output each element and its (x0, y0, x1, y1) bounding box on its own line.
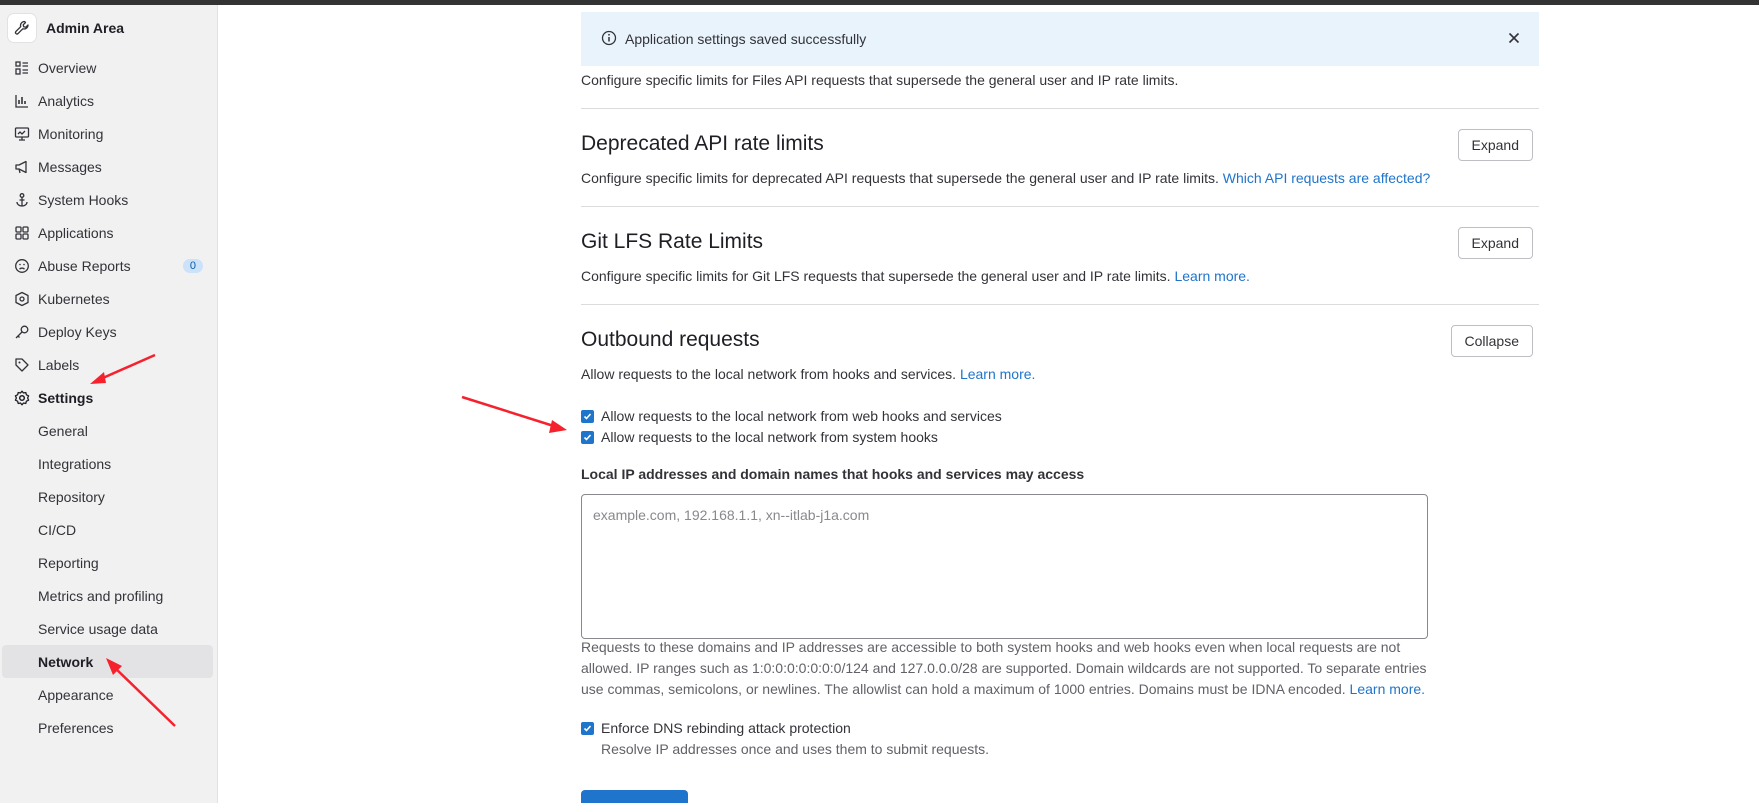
browser-top-bar (0, 0, 1759, 5)
sidebar-item-applications[interactable]: Applications (0, 216, 217, 249)
alert-message: Application settings saved successfully (625, 31, 867, 47)
allowlist-learn-more-link[interactable]: Learn more. (1350, 681, 1425, 697)
sidebar-item-deploy-keys[interactable]: Deploy Keys (0, 315, 217, 348)
lfs-section-title: Git LFS Rate Limits (581, 230, 764, 253)
sidebar-title: Admin Area (46, 20, 125, 36)
outbound-collapse-button[interactable]: Collapse (1450, 325, 1533, 357)
outbound-description-text: Allow requests to the local network from… (581, 366, 957, 382)
checkbox-checked[interactable] (581, 430, 594, 444)
abuse-count-badge: 0 (182, 258, 203, 273)
lfs-description-text: Configure specific limits for Git LFS re… (581, 268, 1171, 284)
save-changes-button[interactable] (581, 790, 688, 803)
sidebar-item-label: Labels (38, 356, 80, 373)
settings-icon (14, 390, 30, 406)
sidebar-item-labels[interactable]: Labels (0, 348, 217, 381)
sidebar-item-label: Settings (38, 389, 94, 406)
outbound-learn-more-link[interactable]: Learn more. (960, 366, 1035, 382)
admin-sidebar: Admin Area Overview Analytics Monitoring… (0, 5, 218, 803)
sidebar-item-messages[interactable]: Messages (0, 150, 217, 183)
close-icon[interactable] (1505, 29, 1523, 47)
dns-rebinding-checkbox-row[interactable]: Enforce DNS rebinding attack protection (581, 720, 851, 736)
settings-sub-integrations[interactable]: Integrations (0, 447, 217, 480)
settings-sub-cicd[interactable]: CI/CD (0, 513, 217, 546)
deprecated-description-text: Configure specific limits for deprecated… (581, 170, 1219, 186)
hook-icon (14, 192, 30, 208)
messages-icon (14, 159, 30, 175)
sidebar-item-analytics[interactable]: Analytics (0, 84, 217, 117)
sidebar-item-label: Overview (38, 59, 97, 76)
dns-rebinding-help: Resolve IP addresses once and uses them … (601, 741, 990, 757)
lfs-description: Configure specific limits for Git LFS re… (581, 266, 1250, 287)
lfs-expand-button[interactable]: Expand (1457, 227, 1533, 259)
overview-icon (14, 60, 30, 76)
sidebar-item-label: System Hooks (38, 191, 129, 208)
allowlist-help: Requests to these domains and IP address… (581, 637, 1431, 700)
dns-rebinding-label: Enforce DNS rebinding attack protection (601, 720, 851, 736)
allow-systemhooks-checkbox-row[interactable]: Allow requests to the local network from… (581, 429, 938, 445)
kubernetes-icon (14, 291, 30, 307)
abuse-icon (14, 258, 30, 274)
sidebar-header[interactable]: Admin Area (0, 5, 217, 51)
sidebar-item-label: Abuse Reports (38, 257, 131, 274)
deprecated-section-title: Deprecated API rate limits (581, 132, 824, 155)
settings-sub-appearance[interactable]: Appearance (0, 678, 217, 711)
admin-wrench-icon (8, 14, 36, 42)
settings-sub-service-usage[interactable]: Service usage data (0, 612, 217, 645)
settings-sub-metrics[interactable]: Metrics and profiling (0, 579, 217, 612)
sidebar-item-label: Kubernetes (38, 290, 110, 307)
key-icon (14, 324, 30, 340)
info-icon (601, 30, 617, 49)
deprecated-affected-link[interactable]: Which API requests are affected? (1223, 170, 1431, 186)
settings-sub-general[interactable]: General (0, 414, 217, 447)
settings-sub-network[interactable]: Network (2, 645, 213, 678)
lfs-learn-more-link[interactable]: Learn more. (1174, 268, 1249, 284)
analytics-icon (14, 93, 30, 109)
arrow-to-checkboxes (461, 395, 567, 433)
deprecated-description: Configure specific limits for deprecated… (581, 168, 1430, 189)
sidebar-item-label: Applications (38, 224, 114, 241)
checkbox-checked[interactable] (581, 721, 594, 735)
allowlist-help-text: Requests to these domains and IP address… (581, 639, 1427, 697)
sidebar-item-label: Monitoring (38, 125, 104, 142)
allowlist-textarea[interactable] (581, 494, 1428, 639)
sidebar-item-label: Analytics (38, 92, 95, 109)
files-api-description: Configure specific limits for Files API … (581, 72, 1179, 88)
outbound-section-title: Outbound requests (581, 328, 760, 351)
applications-icon (14, 225, 30, 241)
sidebar-item-label: Messages (38, 158, 102, 175)
deprecated-expand-button[interactable]: Expand (1457, 129, 1533, 161)
sidebar-item-settings[interactable]: Settings (0, 381, 217, 414)
divider (581, 108, 1539, 109)
divider (581, 206, 1539, 207)
checkbox-checked[interactable] (581, 409, 594, 423)
sidebar-item-kubernetes[interactable]: Kubernetes (0, 282, 217, 315)
settings-sub-reporting[interactable]: Reporting (0, 546, 217, 579)
settings-sub-repository[interactable]: Repository (0, 480, 217, 513)
allow-webhooks-checkbox-row[interactable]: Allow requests to the local network from… (581, 408, 1002, 424)
label-icon (14, 357, 30, 373)
sidebar-item-abuse-reports[interactable]: Abuse Reports 0 (0, 249, 217, 282)
monitoring-icon (14, 126, 30, 142)
allow-webhooks-label: Allow requests to the local network from… (601, 408, 1002, 424)
sidebar-item-monitoring[interactable]: Monitoring (0, 117, 217, 150)
sidebar-item-label: Deploy Keys (38, 323, 117, 340)
settings-sub-preferences[interactable]: Preferences (0, 711, 217, 744)
sidebar-item-overview[interactable]: Overview (0, 51, 217, 84)
sidebar-item-system-hooks[interactable]: System Hooks (0, 183, 217, 216)
outbound-description: Allow requests to the local network from… (581, 364, 1035, 385)
allow-systemhooks-label: Allow requests to the local network from… (601, 429, 938, 445)
success-alert: Application settings saved successfully (581, 12, 1539, 66)
divider (581, 304, 1539, 305)
allowlist-label: Local IP addresses and domain names that… (581, 466, 1085, 482)
